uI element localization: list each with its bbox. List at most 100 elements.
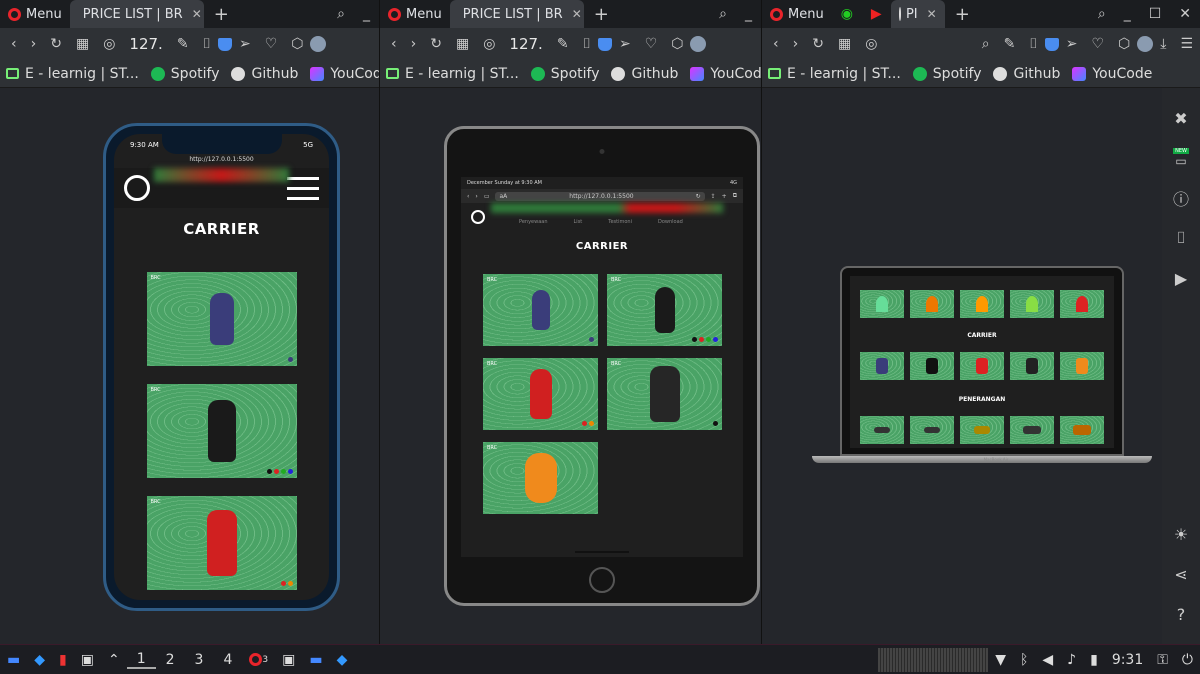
url-field[interactable]: 127. (502, 35, 549, 53)
camera-icon[interactable]: ⌷ (576, 36, 598, 52)
tent-thumb[interactable] (860, 290, 904, 318)
tablet-url-field[interactable]: aA http://127.0.0.1:5500 ↻ (495, 191, 705, 201)
forward-icon[interactable]: › (786, 36, 806, 52)
whatsapp-tab[interactable]: ◉ (832, 6, 862, 22)
product-card[interactable]: BRC (146, 496, 297, 590)
battery-icon[interactable]: ▮ (1083, 652, 1105, 668)
workspace-2[interactable]: 2 (156, 652, 185, 668)
bookmark-spotify[interactable]: Spotify (145, 66, 226, 82)
record-icon[interactable]: ▶ (1162, 258, 1200, 298)
cube-icon[interactable]: ⬡ (664, 36, 690, 52)
heart-icon[interactable]: ♡ (638, 36, 665, 52)
product-card[interactable]: BRC (607, 274, 722, 346)
tent-thumb[interactable] (1060, 290, 1104, 318)
profile-avatar[interactable] (1137, 36, 1154, 52)
opera-menu-button[interactable]: Menu (0, 0, 70, 28)
workspace-4[interactable]: 4 (213, 652, 242, 668)
folder-icon[interactable]: ▬ (302, 652, 329, 668)
phone-screen[interactable]: 9:30 AM 5G http://127.0.0.1:5500 CARRIER … (114, 134, 329, 600)
tabs-icon[interactable]: ⧉ (733, 192, 737, 200)
lamp-thumb[interactable] (1060, 416, 1104, 444)
bookmark-spotify[interactable]: Spotify (907, 66, 988, 82)
workspace-3[interactable]: 3 (185, 652, 214, 668)
bookmark-github[interactable]: Github (987, 66, 1066, 82)
opera-taskbar-icon[interactable]: 3 (242, 653, 275, 666)
forward-icon[interactable]: › (24, 36, 44, 52)
edit-icon[interactable]: ✎ (170, 36, 196, 52)
reader-toggle[interactable]: aA (499, 193, 507, 200)
close-icon[interactable]: ✕ (572, 7, 582, 21)
send-icon[interactable]: ➢ (232, 36, 258, 52)
opera-menu-button[interactable]: Menu (762, 0, 832, 28)
hamburger-menu-icon[interactable] (287, 176, 319, 200)
bookmark-elearning[interactable]: E - learnig | ST... (762, 66, 907, 82)
new-tab-button[interactable]: + (945, 4, 980, 25)
bluetooth-icon[interactable]: ᛒ (1013, 652, 1035, 668)
download-icon[interactable]: ⤓ (1153, 36, 1173, 52)
workspace-1[interactable]: 1 (126, 651, 156, 669)
close-sidebar-icon[interactable]: ✖ (1162, 98, 1200, 138)
back-icon[interactable]: ‹ (766, 36, 786, 52)
lamp-thumb[interactable] (860, 416, 904, 444)
back-icon[interactable]: ‹ (467, 193, 469, 200)
nav-item-penyewaan[interactable]: Penyewaan (519, 219, 548, 225)
product-card[interactable]: BRC (483, 274, 598, 346)
site-logo[interactable] (124, 175, 150, 201)
tent-thumb[interactable] (1010, 290, 1054, 318)
carrier-thumb[interactable] (860, 352, 904, 380)
reload-icon[interactable]: ↻ (805, 36, 831, 52)
youtube-tab[interactable]: ▶ (862, 6, 891, 22)
reload-icon[interactable]: ↻ (423, 36, 449, 52)
tent-thumb[interactable] (910, 290, 954, 318)
shield-icon[interactable] (597, 37, 612, 51)
maximize-icon[interactable]: ☐ (1140, 6, 1171, 22)
carrier-thumb[interactable] (910, 352, 954, 380)
terminal-icon[interactable]: ▣ (74, 652, 101, 668)
profile-avatar[interactable] (690, 36, 707, 52)
grid-icon[interactable]: ▦ (831, 36, 858, 52)
notification-icon[interactable]: ♪ (1060, 652, 1083, 668)
tab-price-list[interactable]: PRICE LIST | BR ✕ (69, 0, 204, 28)
edit-icon[interactable]: ✎ (997, 36, 1023, 52)
lock-icon[interactable]: ⚿ (1150, 652, 1175, 668)
minimize-icon[interactable]: _ (354, 6, 379, 22)
cube-icon[interactable]: ⬡ (1111, 36, 1137, 52)
brightness-icon[interactable]: ☀ (1162, 514, 1200, 554)
carrier-thumb[interactable] (1060, 352, 1104, 380)
close-icon[interactable]: ✕ (927, 7, 937, 21)
power-icon[interactable]: ⏻ (1175, 652, 1200, 668)
search-icon[interactable]: ⌕ (328, 6, 354, 22)
book-icon[interactable]: ▭ (484, 193, 490, 200)
search-icon[interactable]: ⌕ (1089, 6, 1115, 22)
forward-icon[interactable]: › (475, 193, 477, 200)
wifi-icon[interactable]: ▼ (988, 652, 1013, 668)
camera-icon[interactable]: ⌷ (1022, 36, 1044, 52)
bookmark-elearning[interactable]: E - learnig | ST... (0, 66, 145, 82)
tablet-screen[interactable]: December Sunday at 9:30 AM 4G ‹ › ▭ aA http:… (461, 177, 743, 557)
send-icon[interactable]: ➢ (1059, 36, 1085, 52)
tab-price-list[interactable]: PRICE LIST | BR ✕ (449, 0, 584, 28)
search-icon[interactable]: ⌕ (710, 6, 736, 22)
home-button[interactable] (589, 567, 615, 593)
tab-price-list[interactable]: PI ✕ (890, 0, 945, 28)
screenshot-icon[interactable]: ⌷ (1162, 218, 1200, 258)
url-field[interactable]: 127. (122, 35, 169, 53)
devices-icon[interactable]: NEW ▭ (1162, 138, 1200, 178)
forward-icon[interactable]: › (404, 36, 424, 52)
product-card[interactable]: BRC (483, 358, 598, 430)
back-icon[interactable]: ‹ (4, 36, 24, 52)
files-icon[interactable]: ▬ (0, 652, 27, 668)
clock[interactable]: 9:31 (1105, 652, 1150, 668)
new-tab-button[interactable]: + (584, 4, 619, 25)
vscode-icon[interactable]: ◆ (27, 652, 52, 668)
easy-setup-icon[interactable]: ☰ (1173, 36, 1200, 52)
vscode-window-icon[interactable]: ◆ (330, 652, 355, 668)
help-icon[interactable]: ? (1162, 594, 1200, 634)
opera-menu-button[interactable]: Menu (380, 0, 450, 28)
send-icon[interactable]: ➢ (612, 36, 638, 52)
shield-icon[interactable] (217, 37, 232, 51)
product-card[interactable]: BRC (146, 272, 297, 366)
new-tab-button[interactable]: + (204, 4, 239, 25)
zoom-icon[interactable]: ⌕ (975, 36, 997, 52)
grid-icon[interactable]: ▦ (69, 36, 96, 52)
